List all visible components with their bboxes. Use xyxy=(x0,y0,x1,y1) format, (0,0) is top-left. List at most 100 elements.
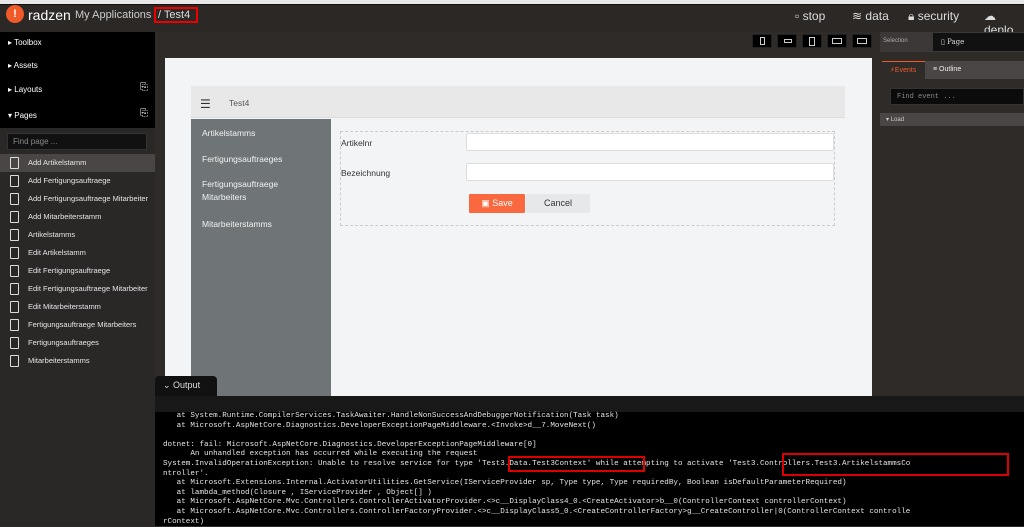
page-item-label: Artikelstamms xyxy=(28,230,76,239)
section-layouts[interactable]: ▸ Layouts xyxy=(8,85,42,94)
page-icon xyxy=(10,247,19,259)
page-item-label: Edit Fertigungsauftraege xyxy=(28,266,111,275)
stop-label: stop xyxy=(802,9,826,23)
page-item[interactable]: Add Fertigungsauftraege xyxy=(0,172,155,190)
radzen-logo: ! xyxy=(6,5,24,23)
page-item-label: Edit Mitarbeiterstamm xyxy=(28,302,101,311)
save-icon: ▣ xyxy=(481,198,490,208)
outline-label: Outline xyxy=(939,66,962,73)
page-item[interactable]: Add Fertigungsauftraege Mitarbeiter xyxy=(0,190,155,208)
page-icon: ▯ xyxy=(941,38,945,46)
page-item-label: Edit Artikelstamm xyxy=(28,248,86,257)
output-title: Output xyxy=(173,380,201,390)
page-icon xyxy=(10,337,19,349)
output-line: at Microsoft.Extensions.Internal.Activat… xyxy=(163,479,847,488)
page-icon xyxy=(10,355,19,367)
output-line: at Microsoft.AspNetCore.Mvc.Controllers.… xyxy=(163,498,847,507)
highlight-box-controller xyxy=(782,453,1009,476)
page-item-label: Fertigungsauftraege Mitarbeiters xyxy=(28,320,137,329)
stop-button[interactable]: ▫ stop xyxy=(795,9,825,23)
device-desktop-button[interactable] xyxy=(852,34,872,48)
page-item-label: Add Mitarbeiterstamm xyxy=(28,212,102,221)
artikelnr-input[interactable] xyxy=(466,133,834,151)
page-icon xyxy=(10,301,19,313)
device-phone-portrait-button[interactable] xyxy=(752,34,772,48)
page-item[interactable]: Fertigungsauftraeges xyxy=(0,334,155,352)
tab-outline[interactable]: ≡ Outline xyxy=(925,61,1024,79)
page-item[interactable]: Artikelstamms xyxy=(0,226,155,244)
page-icon xyxy=(10,211,19,223)
page-item-label: Add Fertigungsauftraege Mitarbeiter xyxy=(28,194,149,203)
nav-artikelstamms[interactable]: Artikelstamms xyxy=(202,127,255,140)
page-icon xyxy=(10,157,19,169)
selection-dropdown[interactable]: ▯ Page xyxy=(933,33,1024,51)
page-item[interactable]: Fertigungsauftraege Mitarbeiters xyxy=(0,316,155,334)
logo-text: radzen xyxy=(28,7,71,23)
add-page-icon[interactable]: ⎘ xyxy=(140,108,148,119)
page-icon xyxy=(10,319,19,331)
output-line: An unhandled exception has occurred whil… xyxy=(163,450,478,459)
cancel-button[interactable]: Cancel xyxy=(526,194,590,213)
page-item[interactable]: Add Mitarbeiterstamm xyxy=(0,208,155,226)
section-assets[interactable]: ▸ Assets xyxy=(8,61,38,70)
output-line: at System.Runtime.CompilerServices.TaskA… xyxy=(163,412,619,420)
find-page-input[interactable]: Find page ... xyxy=(7,133,147,150)
artikelnr-label: Artikelnr xyxy=(341,138,373,148)
pages-label: Pages xyxy=(14,111,37,120)
page-icon xyxy=(10,193,19,205)
output-toolbar xyxy=(155,396,1024,412)
breadcrumb-my-applications[interactable]: My Applications xyxy=(75,9,151,21)
load-label: Load xyxy=(890,117,905,123)
section-toolbox[interactable]: ▸ Toolbox xyxy=(8,38,42,47)
data-label: data xyxy=(865,9,889,23)
bezeichnung-label: Bezeichnung xyxy=(341,168,391,178)
load-group[interactable]: ▾ Load xyxy=(880,113,1024,126)
highlight-box-context xyxy=(508,456,645,472)
page-item[interactable]: Edit Mitarbeiterstamm xyxy=(0,298,155,316)
events-label: Events xyxy=(894,67,917,74)
page-item-label: Fertigungsauftraeges xyxy=(28,338,99,347)
output-line: at Microsoft.AspNetCore.Mvc.Controllers.… xyxy=(163,508,911,516)
nav-fertigungsauftraege-mitarbeiters[interactable]: Fertigungsauftraege Mitarbeiters xyxy=(202,178,312,204)
page-item-label: Edit Fertigungsauftraege Mitarbeiter xyxy=(28,284,148,293)
output-toggle[interactable]: ⌄ Output xyxy=(155,376,217,396)
page-item-label: Mitarbeiterstamms xyxy=(28,356,90,365)
nav-fertigungsauftraeges[interactable]: Fertigungsauftraeges xyxy=(202,153,282,166)
section-pages[interactable]: ▾ Pages xyxy=(8,111,37,120)
page-item-label: Add Fertigungsauftraege xyxy=(28,176,111,185)
bezeichnung-input[interactable] xyxy=(466,163,834,181)
selection-value: Page xyxy=(947,38,965,46)
page-header xyxy=(191,86,845,118)
hamburger-icon[interactable]: ☰ xyxy=(200,97,211,111)
page-title: Test4 xyxy=(229,98,250,108)
device-tablet-button[interactable] xyxy=(802,34,822,48)
save-label: Save xyxy=(492,198,513,208)
find-event-input[interactable]: Find event ... xyxy=(890,88,1024,105)
page-item[interactable]: Add Artikelstamm xyxy=(0,154,155,172)
page-item-label: Add Artikelstamm xyxy=(28,158,87,167)
assets-label: Assets xyxy=(13,61,38,70)
save-button[interactable]: ▣ Save xyxy=(469,194,525,213)
page-icon xyxy=(10,283,19,295)
page-item[interactable]: Edit Fertigungsauftraege Mitarbeiter xyxy=(0,280,155,298)
output-line: ntroller'. xyxy=(163,469,209,478)
security-button[interactable]: 🔒︎ security xyxy=(908,9,959,24)
page-icon xyxy=(10,229,19,241)
output-line: at lambda_method(Closure , IServiceProvi… xyxy=(163,488,432,497)
output-line: dotnet: fail: Microsoft.AspNetCore.Diagn… xyxy=(163,440,537,449)
nav-mitarbeiterstamms[interactable]: Mitarbeiterstamms xyxy=(202,218,272,231)
page-icon xyxy=(10,265,19,277)
device-phone-landscape-button[interactable] xyxy=(777,34,797,48)
page-item[interactable]: Edit Artikelstamm xyxy=(0,244,155,262)
data-button[interactable]: ≋ data xyxy=(852,9,889,23)
output-line: at Microsoft.AspNetCore.Diagnostics.Deve… xyxy=(163,421,596,430)
toolbox-label: Toolbox xyxy=(14,38,42,47)
security-label: security xyxy=(917,9,960,23)
add-layout-icon[interactable]: ⎘ xyxy=(140,82,148,93)
page-icon xyxy=(10,175,19,187)
page-item[interactable]: Edit Fertigungsauftraege xyxy=(0,262,155,280)
tab-events[interactable]: ⚡︎Events xyxy=(882,61,925,79)
device-laptop-button[interactable] xyxy=(827,34,847,48)
breadcrumb-current: / Test4 xyxy=(154,7,198,23)
page-item[interactable]: Mitarbeiterstamms xyxy=(0,352,155,370)
